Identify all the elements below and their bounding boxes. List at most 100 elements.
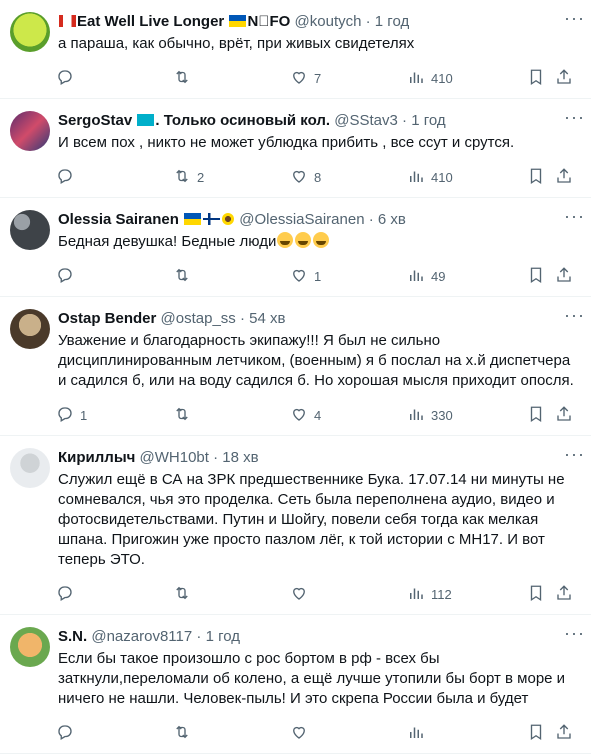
avatar[interactable]	[10, 448, 50, 488]
author-name[interactable]: S.N.	[58, 628, 87, 645]
author-name[interactable]: Eat Well Live Longer	[77, 13, 224, 30]
like-button[interactable]: 4	[290, 405, 321, 426]
avatar[interactable]	[10, 12, 50, 52]
share-icon	[555, 405, 573, 426]
avatar[interactable]	[10, 210, 50, 250]
more-icon[interactable]: ···	[564, 206, 585, 227]
author-name-suffix: . Только осиновый кол.	[155, 112, 331, 129]
retweet-button[interactable]	[173, 266, 197, 287]
author-handle[interactable]: @SStav3	[334, 112, 398, 129]
share-button[interactable]	[555, 68, 573, 89]
finland-flag-icon	[203, 213, 221, 225]
author-name-suffix: N⃤FO	[247, 13, 291, 30]
bookmark-button[interactable]	[527, 266, 545, 287]
tweet[interactable]: SergoStav . Только осиновый кол. @SStav3…	[0, 99, 591, 198]
retweet-icon	[173, 405, 191, 426]
more-icon[interactable]: ···	[564, 8, 585, 29]
timestamp[interactable]: 1 год	[206, 628, 240, 645]
author-handle[interactable]: @ostap_ss	[161, 310, 236, 327]
crying-emoji-icon	[313, 232, 330, 248]
reply-button[interactable]: 1	[56, 405, 87, 426]
tweet[interactable]: Eat Well Live Longer N⃤FO @koutych · 1 г…	[0, 0, 591, 99]
views-icon	[407, 723, 425, 744]
like-count: 1	[314, 269, 322, 284]
more-icon[interactable]: ···	[564, 444, 585, 465]
tweet-actions	[58, 715, 575, 753]
tweet-actions: 1 49	[58, 258, 575, 296]
tweet-actions: 1 4 330	[58, 397, 575, 435]
retweet-button[interactable]	[173, 68, 197, 89]
retweet-icon	[173, 723, 191, 744]
reply-button[interactable]	[56, 68, 80, 89]
author-name[interactable]: SergoStav	[58, 112, 132, 129]
separator-dot: ·	[368, 211, 374, 228]
retweet-button[interactable]: 2	[173, 167, 204, 188]
bookmark-button[interactable]	[527, 68, 545, 89]
like-button[interactable]: 7	[290, 68, 321, 89]
reply-icon	[56, 68, 74, 89]
author-name[interactable]: Кириллыч	[58, 449, 135, 466]
views-button[interactable]	[407, 723, 431, 744]
like-button[interactable]	[290, 723, 314, 744]
more-icon[interactable]: ···	[564, 623, 585, 644]
more-icon[interactable]: ···	[564, 305, 585, 326]
author-handle[interactable]: @koutych	[295, 13, 362, 30]
timestamp[interactable]: 1 год	[375, 13, 409, 30]
share-button[interactable]	[555, 405, 573, 426]
tweet[interactable]: Ostap Bender @ostap_ss · 54 хв Уважение …	[0, 297, 591, 436]
avatar[interactable]	[10, 111, 50, 151]
timestamp[interactable]: 18 хв	[222, 449, 258, 466]
views-button[interactable]: 410	[407, 167, 453, 188]
like-icon	[290, 167, 308, 188]
bookmark-button[interactable]	[527, 723, 545, 744]
tweet[interactable]: S.N. @nazarov8117 · 1 год Если бы такое …	[0, 615, 591, 754]
views-button[interactable]: 112	[407, 584, 452, 605]
bookmark-button[interactable]	[527, 167, 545, 188]
views-button[interactable]: 410	[407, 68, 453, 89]
author-handle[interactable]: @WH10bt	[140, 449, 209, 466]
views-button[interactable]: 330	[407, 405, 453, 426]
timestamp[interactable]: 54 хв	[249, 310, 285, 327]
author-name[interactable]: Olessia Sairanen	[58, 211, 179, 228]
like-button[interactable]: 8	[290, 167, 321, 188]
more-icon[interactable]: ···	[564, 107, 585, 128]
bookmark-button[interactable]	[527, 584, 545, 605]
reply-button[interactable]	[56, 266, 80, 287]
tweet-text-content: Служил ещё в СА на ЗРК предшественнике Б…	[58, 471, 565, 568]
like-icon	[290, 266, 308, 287]
reply-button[interactable]	[56, 723, 80, 744]
separator-dot: ·	[213, 449, 219, 466]
retweet-button[interactable]	[173, 723, 197, 744]
reply-button[interactable]	[56, 584, 80, 605]
timestamp[interactable]: 1 год	[411, 112, 445, 129]
retweet-button[interactable]	[173, 584, 197, 605]
like-button[interactable]	[290, 584, 314, 605]
reply-button[interactable]	[56, 167, 80, 188]
ukraine-flag-icon	[229, 15, 247, 27]
author-handle[interactable]: @OlessiaSairanen	[239, 211, 364, 228]
tweet-text: Служил ещё в СА на ЗРК предшественнике Б…	[58, 470, 575, 570]
share-button[interactable]	[555, 723, 573, 744]
tweet[interactable]: Olessia Sairanen @OlessiaSairanen · 6 хв…	[0, 198, 591, 297]
views-count: 49	[431, 269, 446, 284]
views-button[interactable]: 49	[407, 266, 445, 287]
share-button[interactable]	[555, 584, 573, 605]
retweet-count: 2	[197, 170, 205, 185]
author-name[interactable]: Ostap Bender	[58, 310, 156, 327]
tweet-header: S.N. @nazarov8117 · 1 год	[58, 627, 575, 647]
tweet-text-content: Уважение и благодарность экипажу!!! Я бы…	[58, 332, 574, 389]
share-button[interactable]	[555, 266, 573, 287]
tweet[interactable]: Кириллыч @WH10bt · 18 хв Служил ещё в СА…	[0, 436, 591, 615]
timestamp[interactable]: 6 хв	[378, 211, 406, 228]
views-icon	[407, 266, 425, 287]
retweet-icon	[173, 68, 191, 89]
avatar[interactable]	[10, 309, 50, 349]
retweet-button[interactable]	[173, 405, 197, 426]
author-handle[interactable]: @nazarov8117	[91, 628, 192, 645]
like-count: 8	[314, 170, 322, 185]
kazakhstan-flag-icon	[137, 114, 155, 126]
avatar[interactable]	[10, 627, 50, 667]
like-button[interactable]: 1	[290, 266, 321, 287]
bookmark-button[interactable]	[527, 405, 545, 426]
share-button[interactable]	[555, 167, 573, 188]
